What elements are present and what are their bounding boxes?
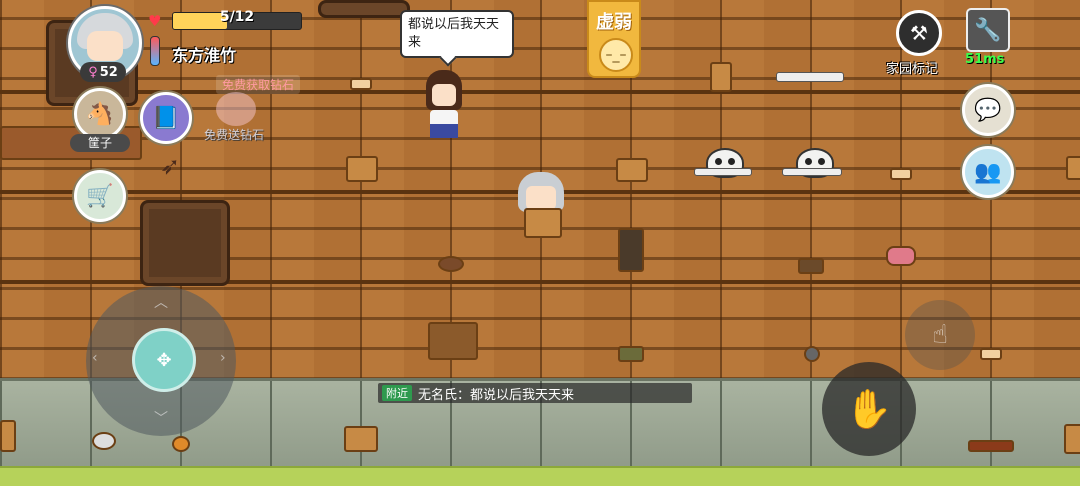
plank-item[interactable] [968,440,1014,452]
barrel-item[interactable] [0,420,16,452]
status-label: 虚弱 [596,12,632,33]
orange-item[interactable] [172,436,190,452]
joystick-knob[interactable]: ✥ [132,328,196,392]
fur-rug[interactable] [318,0,410,18]
hand-icon: ✋ [845,386,893,431]
wrench-icon: 🔧 [974,17,1002,43]
heart-icon: ♥ [148,12,162,30]
chat-icon: 💬 [974,97,1002,123]
bread-item[interactable] [350,78,372,90]
level-badge: ♀ 52 [80,62,126,82]
log-item[interactable] [618,346,644,362]
shop-button[interactable]: 🛒 [74,170,126,222]
pebble-item[interactable] [804,346,820,362]
arrow-down-icon: ﹀ [154,411,168,427]
action-button[interactable]: ✋ [822,362,916,456]
player-level: 52 [99,64,118,80]
home-marker-label: 家园标记 [886,62,939,77]
pet-label: 筐子 [70,134,130,152]
ping-indicator: 51ms [965,52,1005,67]
arrow-right-icon: › [220,350,226,366]
fur-rug[interactable] [140,200,230,286]
friends-icon: 👥 [974,159,1002,185]
basket-item[interactable] [1066,156,1080,180]
recipe-button[interactable]: 📘 [140,92,192,144]
arrow-left-icon: ‹ [92,350,98,366]
horse-icon: 🐴 [86,101,114,127]
stack-item[interactable] [618,228,644,272]
book-icon: 📘 [152,105,180,131]
barrel-item[interactable] [1064,424,1080,454]
bones-item[interactable] [776,72,844,82]
chat-channel-tag[interactable]: 附近 [382,385,412,401]
home-marker-button[interactable]: ⚒ [896,10,942,56]
chat-bar[interactable]: 附近 无名氏：都说以后我天天来 [378,383,692,403]
log-item[interactable] [798,258,824,274]
interact-button[interactable]: ☝ [905,300,975,370]
basket-item[interactable] [616,158,648,182]
speech-bubble: 都说以后我天天来 [400,10,514,58]
bones-item [782,168,842,176]
other-player[interactable] [420,70,468,148]
free-diamond-link[interactable]: 免费送钻石 [204,126,264,143]
pet-button[interactable]: 🐴 [74,88,126,140]
status-badge: 虚弱 –_– [587,0,641,78]
hammer-icon: ⚒ [910,21,928,45]
female-icon: ♀ [88,64,98,80]
player-character[interactable] [514,172,568,244]
friends-button[interactable]: 👥 [962,146,1014,198]
grass-strip [0,466,1080,486]
bread-item[interactable] [890,168,912,180]
gift-icon[interactable] [216,92,256,126]
chat-button[interactable]: 💬 [962,84,1014,136]
settings-button[interactable]: 🔧 [966,8,1010,52]
player-name: 东方淮竹 [172,46,237,65]
chat-message: 无名氏：都说以后我天天来 [418,387,575,403]
thermometer-icon [150,36,160,66]
bow-icon[interactable]: ➶ [160,152,180,180]
pickup-icon: ☝ [932,320,948,350]
diamond-offer-link[interactable]: 免费获取钻石 [216,75,301,94]
wood-pile[interactable] [428,322,478,360]
health-bar: 5/12 [172,9,302,30]
bread-item[interactable] [980,348,1002,360]
stone-item[interactable] [92,432,116,450]
arrow-up-icon: ︿ [154,295,168,311]
cart-icon: 🛒 [86,183,114,209]
basket-item[interactable] [346,156,378,182]
weak-face-icon: –_– [599,38,633,72]
barrel-item[interactable] [710,62,732,92]
bowl-item[interactable] [438,256,464,272]
meat-item[interactable] [886,246,916,266]
health-text: 5/12 [219,9,255,25]
bones-item [694,168,752,176]
basket-item[interactable] [344,426,378,452]
